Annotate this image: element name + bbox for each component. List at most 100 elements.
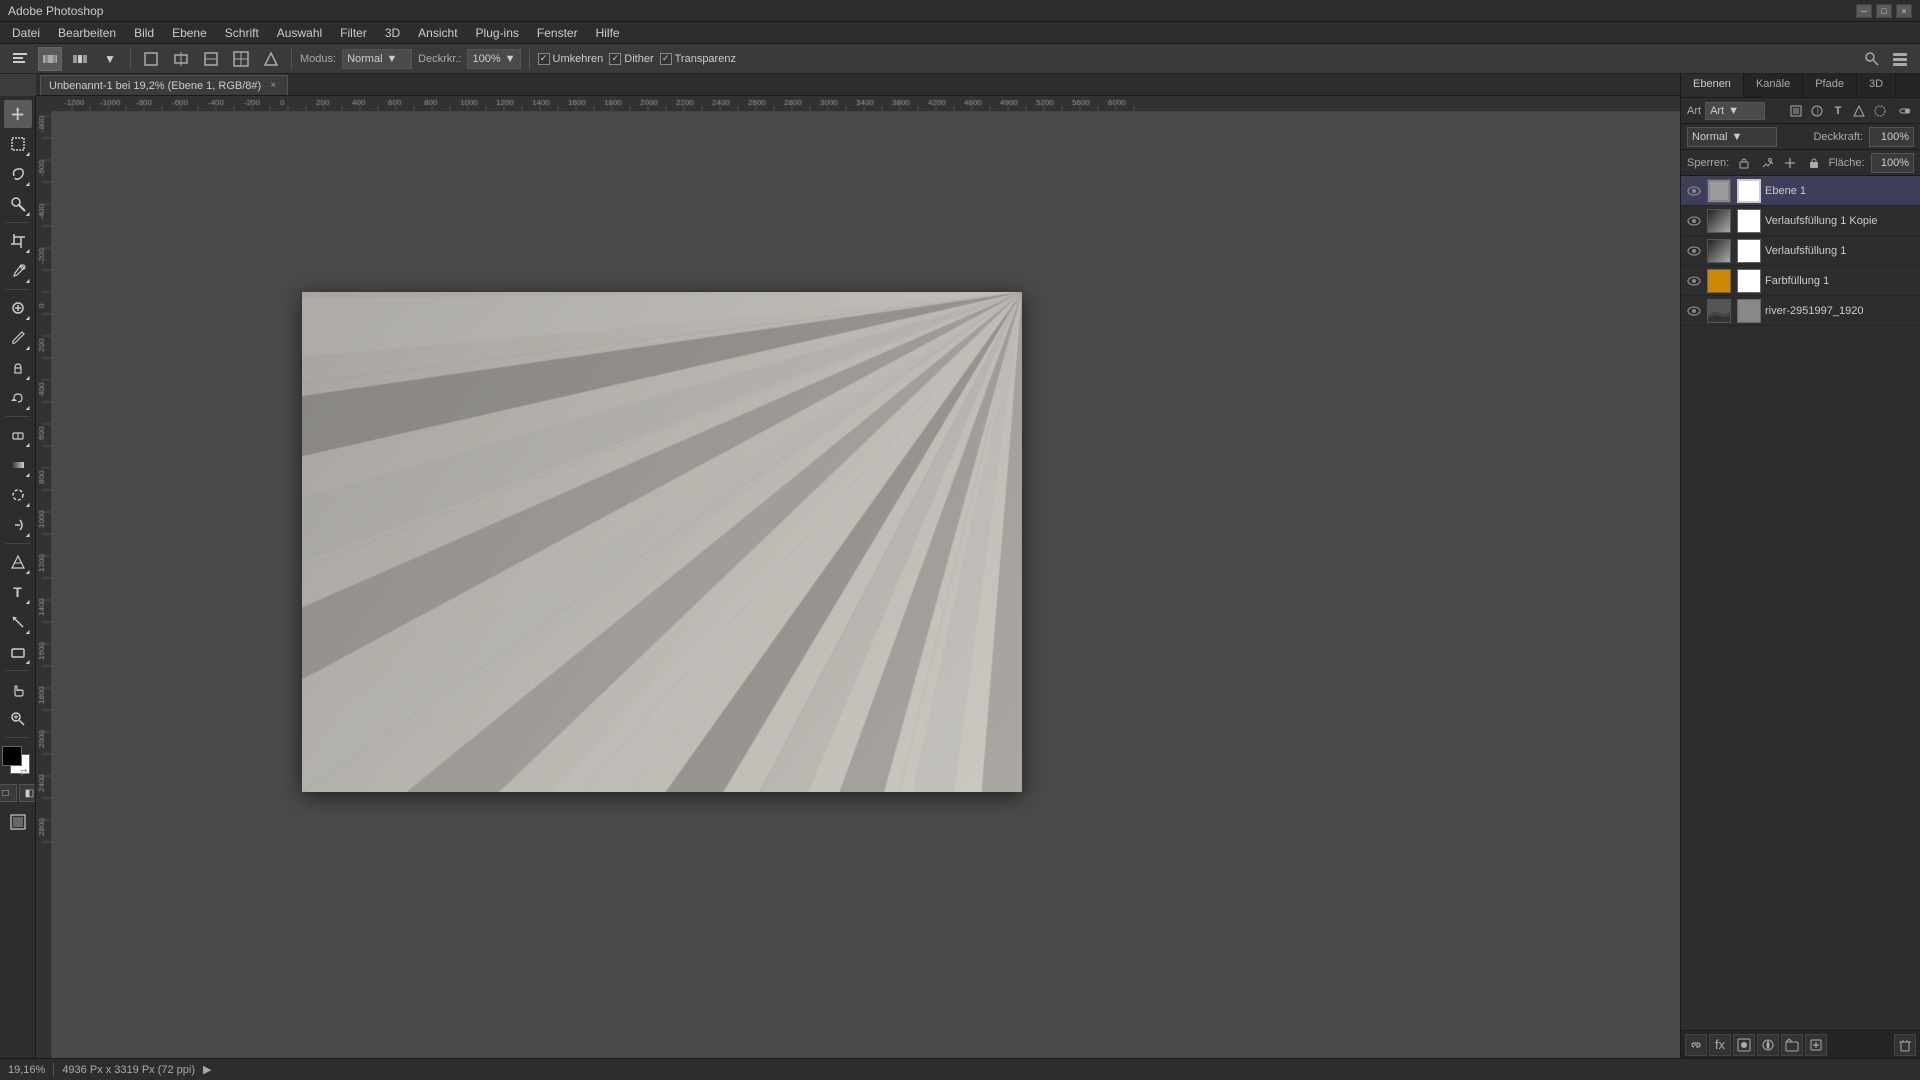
tool-shape[interactable] (4, 638, 32, 666)
deckraft-dropdown[interactable]: 100% ▼ (467, 49, 520, 69)
tool-selection[interactable] (4, 130, 32, 158)
menu-ansicht[interactable]: Ansicht (410, 24, 465, 42)
tool-dodge[interactable] (4, 511, 32, 539)
tool-move[interactable] (4, 100, 32, 128)
modus-dropdown[interactable]: Normal ▼ (342, 49, 412, 69)
filter-toggle-btn[interactable] (1896, 102, 1914, 120)
transform-btn1[interactable] (139, 47, 163, 71)
tool-eyedropper[interactable] (4, 257, 32, 285)
brush-hard-button[interactable] (38, 47, 62, 71)
menu-auswahl[interactable]: Auswahl (269, 24, 330, 42)
add-layer-button[interactable] (1805, 1034, 1827, 1056)
lock-all-btn[interactable] (1805, 154, 1822, 172)
menu-schrift[interactable]: Schrift (217, 24, 267, 42)
filter-label: Art (1687, 105, 1701, 117)
tool-brush[interactable] (4, 324, 32, 352)
layer-item-farbfullung[interactable]: Farbfüllung 1 (1681, 266, 1920, 296)
filter-shape-btn[interactable] (1850, 102, 1868, 120)
menu-ebene[interactable]: Ebene (164, 24, 215, 42)
add-group-button[interactable] (1781, 1034, 1803, 1056)
tool-magic-wand[interactable] (4, 190, 32, 218)
layer-visibility-verlauf[interactable] (1685, 242, 1703, 260)
maximize-button[interactable]: □ (1876, 4, 1892, 18)
filter-type-text-btn[interactable]: T (1829, 102, 1847, 120)
layer-visibility-farbfullung[interactable] (1685, 272, 1703, 290)
layer-item-verlauf-kopie[interactable]: Verlaufsfüllung 1 Kopie (1681, 206, 1920, 236)
umkehren-checkbox[interactable] (538, 53, 550, 65)
tool-eraser[interactable] (4, 421, 32, 449)
menu-hilfe[interactable]: Hilfe (588, 24, 628, 42)
menu-fenster[interactable]: Fenster (529, 24, 586, 42)
menu-bild[interactable]: Bild (126, 24, 162, 42)
lock-image-btn[interactable] (1759, 154, 1776, 172)
menu-filter[interactable]: Filter (332, 24, 375, 42)
close-button[interactable]: × (1896, 4, 1912, 18)
document-tab[interactable]: Unbenannt-1 bei 19,2% (Ebene 1, RGB/8#) … (40, 75, 288, 95)
filter-pixel-btn[interactable] (1787, 102, 1805, 120)
layer-visibility-river[interactable] (1685, 302, 1703, 320)
tool-healing[interactable] (4, 294, 32, 322)
transform-btn2[interactable] (169, 47, 193, 71)
lock-position-btn[interactable] (1782, 154, 1799, 172)
layer-item-verlauf[interactable]: Verlaufsfüllung 1 (1681, 236, 1920, 266)
tool-preset-button[interactable] (8, 47, 32, 71)
add-style-button[interactable]: fx (1709, 1034, 1731, 1056)
standard-mode-button[interactable]: □ (0, 784, 17, 802)
tool-crop[interactable] (4, 227, 32, 255)
canvas-viewport[interactable] (52, 112, 1680, 1058)
layer-name-verlauf: Verlaufsfüllung 1 (1765, 245, 1916, 257)
tool-lasso[interactable] (4, 160, 32, 188)
transform-btn3[interactable] (199, 47, 223, 71)
tab-3d[interactable]: 3D (1857, 74, 1896, 97)
tool-history-brush[interactable] (4, 384, 32, 412)
blend-mode-bar: Normal ▼ Deckkraft: 100% (1681, 124, 1920, 150)
tab-ebenen[interactable]: Ebenen (1681, 74, 1744, 97)
link-layers-button[interactable] (1685, 1034, 1707, 1056)
tool-type[interactable]: T (4, 578, 32, 606)
tab-pfade[interactable]: Pfade (1803, 74, 1857, 97)
transform-btn4[interactable] (229, 47, 253, 71)
filter-type-dropdown[interactable]: Art ▼ (1705, 102, 1765, 120)
opacity-input[interactable]: 100% (1869, 127, 1914, 147)
workspace-button[interactable] (1888, 47, 1912, 71)
delete-layer-button[interactable] (1894, 1034, 1916, 1056)
ray-burst-canvas (302, 292, 1022, 792)
layer-visibility-ebene1[interactable] (1685, 182, 1703, 200)
add-adjustment-button[interactable] (1757, 1034, 1779, 1056)
layer-item-ebene1[interactable]: Ebene 1 (1681, 176, 1920, 206)
layer-item-river[interactable]: river-2951997_1920 (1681, 296, 1920, 326)
search-button[interactable] (1860, 47, 1884, 71)
tool-pen[interactable] (4, 548, 32, 576)
filter-adjustment-btn[interactable] (1808, 102, 1826, 120)
tool-gradient[interactable] (4, 451, 32, 479)
tool-blur[interactable] (4, 481, 32, 509)
blend-mode-dropdown[interactable]: Normal ▼ (1687, 127, 1777, 147)
menu-3d[interactable]: 3D (377, 24, 408, 42)
menu-bearbeiten[interactable]: Bearbeiten (50, 24, 124, 42)
brush-picker-button[interactable]: ▼ (98, 47, 122, 71)
menu-plugins[interactable]: Plug-ins (468, 24, 527, 42)
fill-input[interactable]: 100% (1871, 153, 1914, 173)
quick-mask-button[interactable]: ◧ (19, 784, 37, 802)
tool-hand[interactable] (4, 675, 32, 703)
tab-kanaele[interactable]: Kanäle (1744, 74, 1803, 97)
add-mask-button[interactable] (1733, 1034, 1755, 1056)
foreground-color-swatch[interactable] (2, 746, 22, 766)
tab-close-button[interactable]: × (267, 80, 279, 92)
lock-transparent-btn[interactable] (1735, 154, 1752, 172)
swap-colors-button[interactable]: ⇄ (20, 767, 28, 778)
minimize-button[interactable]: ─ (1856, 4, 1872, 18)
status-arrow[interactable]: ▶ (203, 1063, 211, 1076)
filter-smart-btn[interactable] (1871, 102, 1889, 120)
lock-label: Sperren: (1687, 157, 1729, 169)
menu-datei[interactable]: Datei (4, 24, 48, 42)
tool-stamp[interactable] (4, 354, 32, 382)
layer-visibility-verlauf-kopie[interactable] (1685, 212, 1703, 230)
tool-zoom[interactable] (4, 705, 32, 733)
dither-checkbox[interactable] (609, 53, 621, 65)
transform-btn5[interactable] (259, 47, 283, 71)
screen-mode-button[interactable] (4, 808, 32, 836)
transparenz-checkbox[interactable] (660, 53, 672, 65)
tool-path-selection[interactable] (4, 608, 32, 636)
brush-type2-button[interactable] (68, 47, 92, 71)
